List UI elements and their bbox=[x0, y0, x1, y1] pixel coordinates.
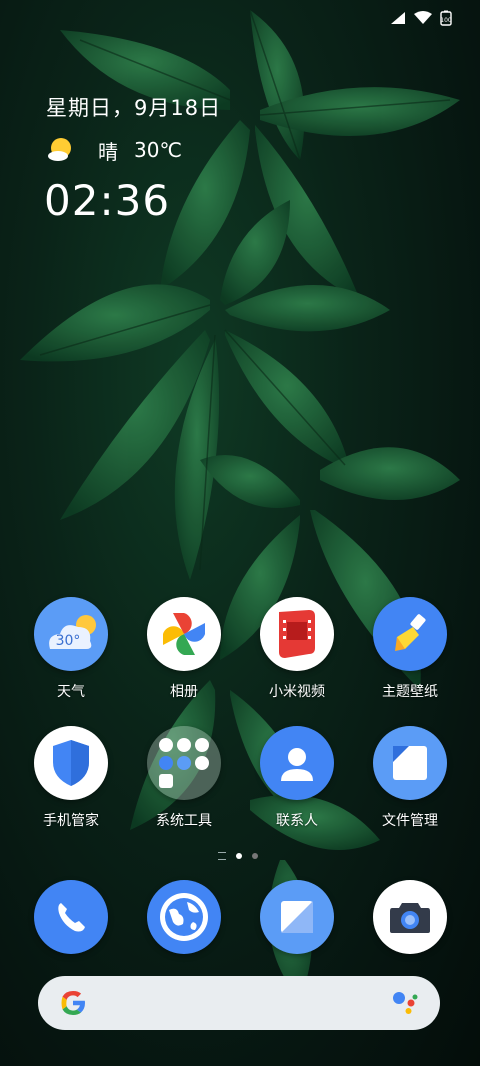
folder-icon bbox=[147, 726, 221, 800]
mini-app-icon bbox=[177, 738, 191, 752]
app-label: 文件管理 bbox=[382, 813, 438, 829]
weather-icon: 30° bbox=[34, 597, 108, 671]
battery-icon: 100 bbox=[440, 10, 452, 26]
app-file-manager[interactable]: 文件管理 bbox=[360, 726, 460, 830]
date-label[interactable]: 星期日，9月18日 bbox=[46, 92, 221, 122]
security-shield-icon bbox=[34, 726, 108, 800]
app-security[interactable]: 手机管家 bbox=[21, 726, 121, 830]
app-label: 系统工具 bbox=[156, 813, 212, 829]
messages-icon[interactable] bbox=[260, 880, 334, 954]
mini-app-icon bbox=[159, 738, 173, 752]
weather-condition: 晴 bbox=[98, 139, 118, 164]
mini-app-icon bbox=[177, 756, 191, 770]
mini-app-icon bbox=[159, 756, 173, 770]
app-contacts[interactable]: 联系人 bbox=[247, 726, 347, 830]
mini-app-icon bbox=[195, 756, 209, 770]
svg-text:30°: 30° bbox=[56, 633, 81, 649]
camera-icon[interactable] bbox=[373, 880, 447, 954]
app-gallery[interactable]: 相册 bbox=[134, 597, 234, 701]
contacts-icon bbox=[260, 726, 334, 800]
page-dot bbox=[252, 853, 258, 859]
app-label: 相册 bbox=[170, 684, 198, 700]
page-indicator[interactable] bbox=[218, 852, 258, 860]
app-themes[interactable]: 主题壁纸 bbox=[360, 597, 460, 701]
mini-app-icon bbox=[195, 738, 209, 752]
video-icon bbox=[260, 597, 334, 671]
weather-widget[interactable]: 晴 30℃ bbox=[46, 135, 182, 165]
svg-text:100: 100 bbox=[440, 17, 452, 24]
google-search-bar[interactable] bbox=[38, 976, 440, 1030]
app-label: 小米视频 bbox=[269, 684, 325, 700]
google-assistant-icon[interactable] bbox=[390, 988, 420, 1018]
menu-lines-icon bbox=[218, 852, 226, 860]
theme-brush-icon bbox=[373, 597, 447, 671]
app-weather[interactable]: 30° 天气 bbox=[21, 597, 121, 701]
app-label: 手机管家 bbox=[43, 813, 99, 829]
temperature: 30℃ bbox=[134, 138, 182, 162]
app-label: 联系人 bbox=[276, 813, 318, 829]
google-g-icon bbox=[61, 990, 85, 1015]
clock-time[interactable]: 02:36 bbox=[44, 176, 170, 225]
sun-cloud-icon bbox=[48, 138, 71, 161]
browser-icon[interactable] bbox=[147, 880, 221, 954]
gallery-pinwheel-icon bbox=[147, 597, 221, 671]
page-dot-active bbox=[236, 853, 242, 859]
app-label: 主题壁纸 bbox=[382, 684, 438, 700]
mini-app-icon bbox=[159, 774, 173, 788]
wifi-icon bbox=[414, 11, 432, 24]
app-folder-system-tools[interactable]: 系统工具 bbox=[134, 726, 234, 830]
file-manager-icon bbox=[373, 726, 447, 800]
app-label: 天气 bbox=[57, 684, 85, 700]
signal-icon bbox=[391, 12, 405, 24]
status-bar: 100 bbox=[390, 10, 452, 26]
app-mi-video[interactable]: 小米视频 bbox=[247, 597, 347, 701]
phone-icon[interactable] bbox=[34, 880, 108, 954]
